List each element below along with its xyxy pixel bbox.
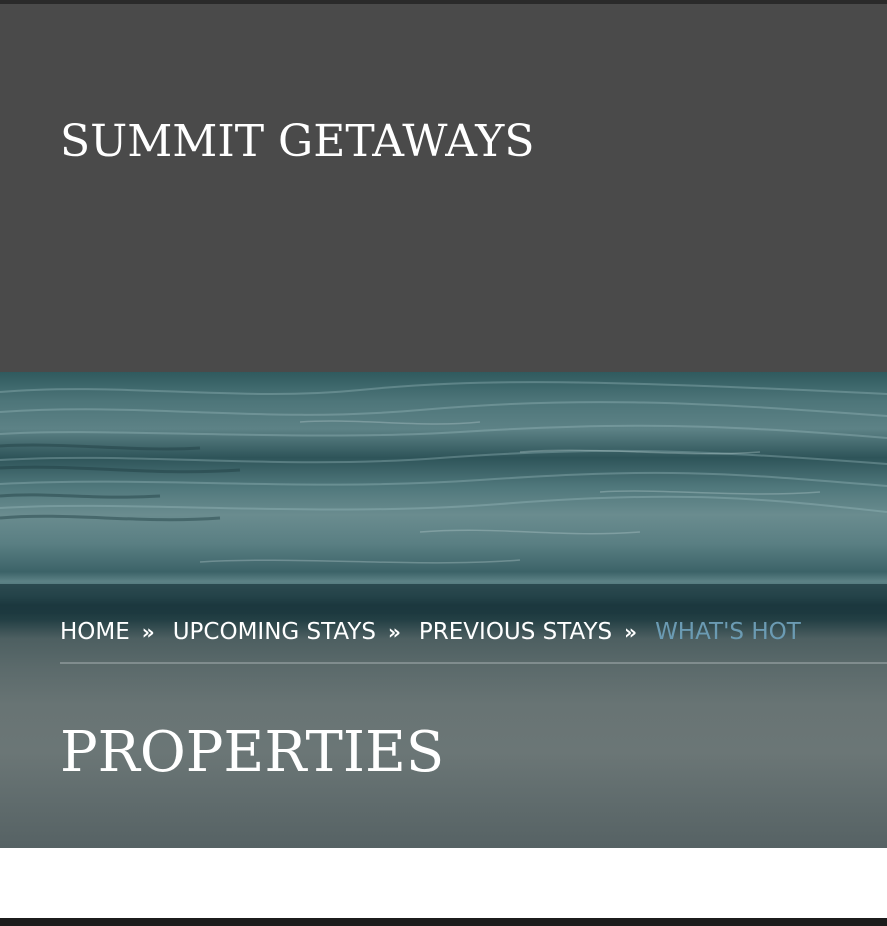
- breadcrumb-divider: [60, 662, 887, 664]
- double-chevron-right-icon: »: [141, 620, 155, 644]
- hero-banner: HOME » UPCOMING STAYS » PREVIOUS STAYS »…: [0, 372, 887, 848]
- content-spacer: [0, 848, 887, 918]
- hero-water-image: [0, 381, 887, 614]
- page-title: PROPERTIES: [60, 720, 445, 785]
- breadcrumb-previous-stays-link[interactable]: PREVIOUS STAYS: [419, 619, 612, 645]
- breadcrumb: HOME » UPCOMING STAYS » PREVIOUS STAYS »…: [60, 616, 801, 648]
- double-chevron-right-icon: »: [388, 620, 401, 644]
- breadcrumb-upcoming-stays-link[interactable]: UPCOMING STAYS: [173, 619, 376, 645]
- breadcrumb-home-link[interactable]: HOME: [60, 619, 130, 645]
- site-title[interactable]: SUMMIT GETAWAYS: [60, 116, 534, 167]
- page: SUMMIT GETAWAYS HOME » UPCOMING STAYS » …: [0, 0, 887, 926]
- next-section-edge: [0, 918, 887, 926]
- breadcrumb-whats-hot-link[interactable]: WHAT'S HOT: [655, 619, 801, 645]
- site-header: SUMMIT GETAWAYS: [0, 4, 887, 372]
- double-chevron-right-icon: »: [624, 620, 638, 644]
